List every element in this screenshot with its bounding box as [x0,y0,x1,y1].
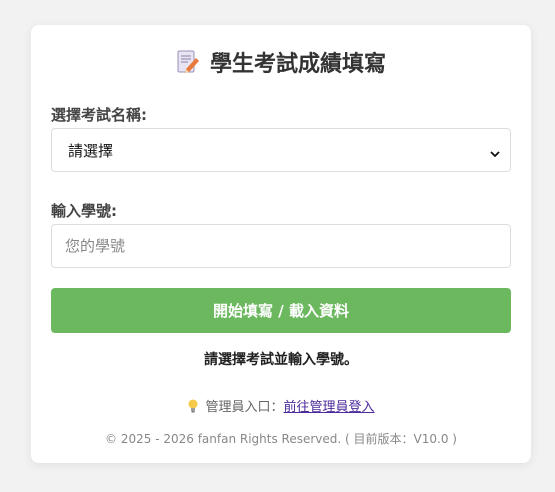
page-title: 學生考試成績填寫 [209,52,386,77]
status-message: 請選擇考試並輸入學號。 [204,352,358,368]
exam-select-label: 選擇考試名稱: [51,106,147,124]
memo-pencil-icon [176,49,200,75]
student-id-label: 輸入學號: [51,202,117,220]
exam-select-value: 請選擇 [68,141,114,160]
exam-select[interactable]: 請選擇 [51,128,511,172]
admin-entry-prefix: 管理員入口： [205,400,284,415]
copyright-footer: © 2025 - 2026 fanfan Rights Reserved. ( … [105,432,457,446]
chevron-down-icon [490,145,500,158]
start-fill-button-label: 開始填寫 / 載入資料 [213,302,349,320]
start-fill-button[interactable]: 開始填寫 / 載入資料 [51,288,511,333]
admin-login-link[interactable]: 前往管理員登入 [284,400,375,415]
lightbulb-icon [187,399,199,413]
page-title-row: 學生考試成績填寫 [31,46,531,78]
admin-entry: 管理員入口：前往管理員登入 [31,396,531,415]
form-card: 學生考試成績填寫 選擇考試名稱: 請選擇 輸入學號: 開始填寫 / 載入資料 請… [31,25,531,463]
student-id-input[interactable] [51,224,511,268]
